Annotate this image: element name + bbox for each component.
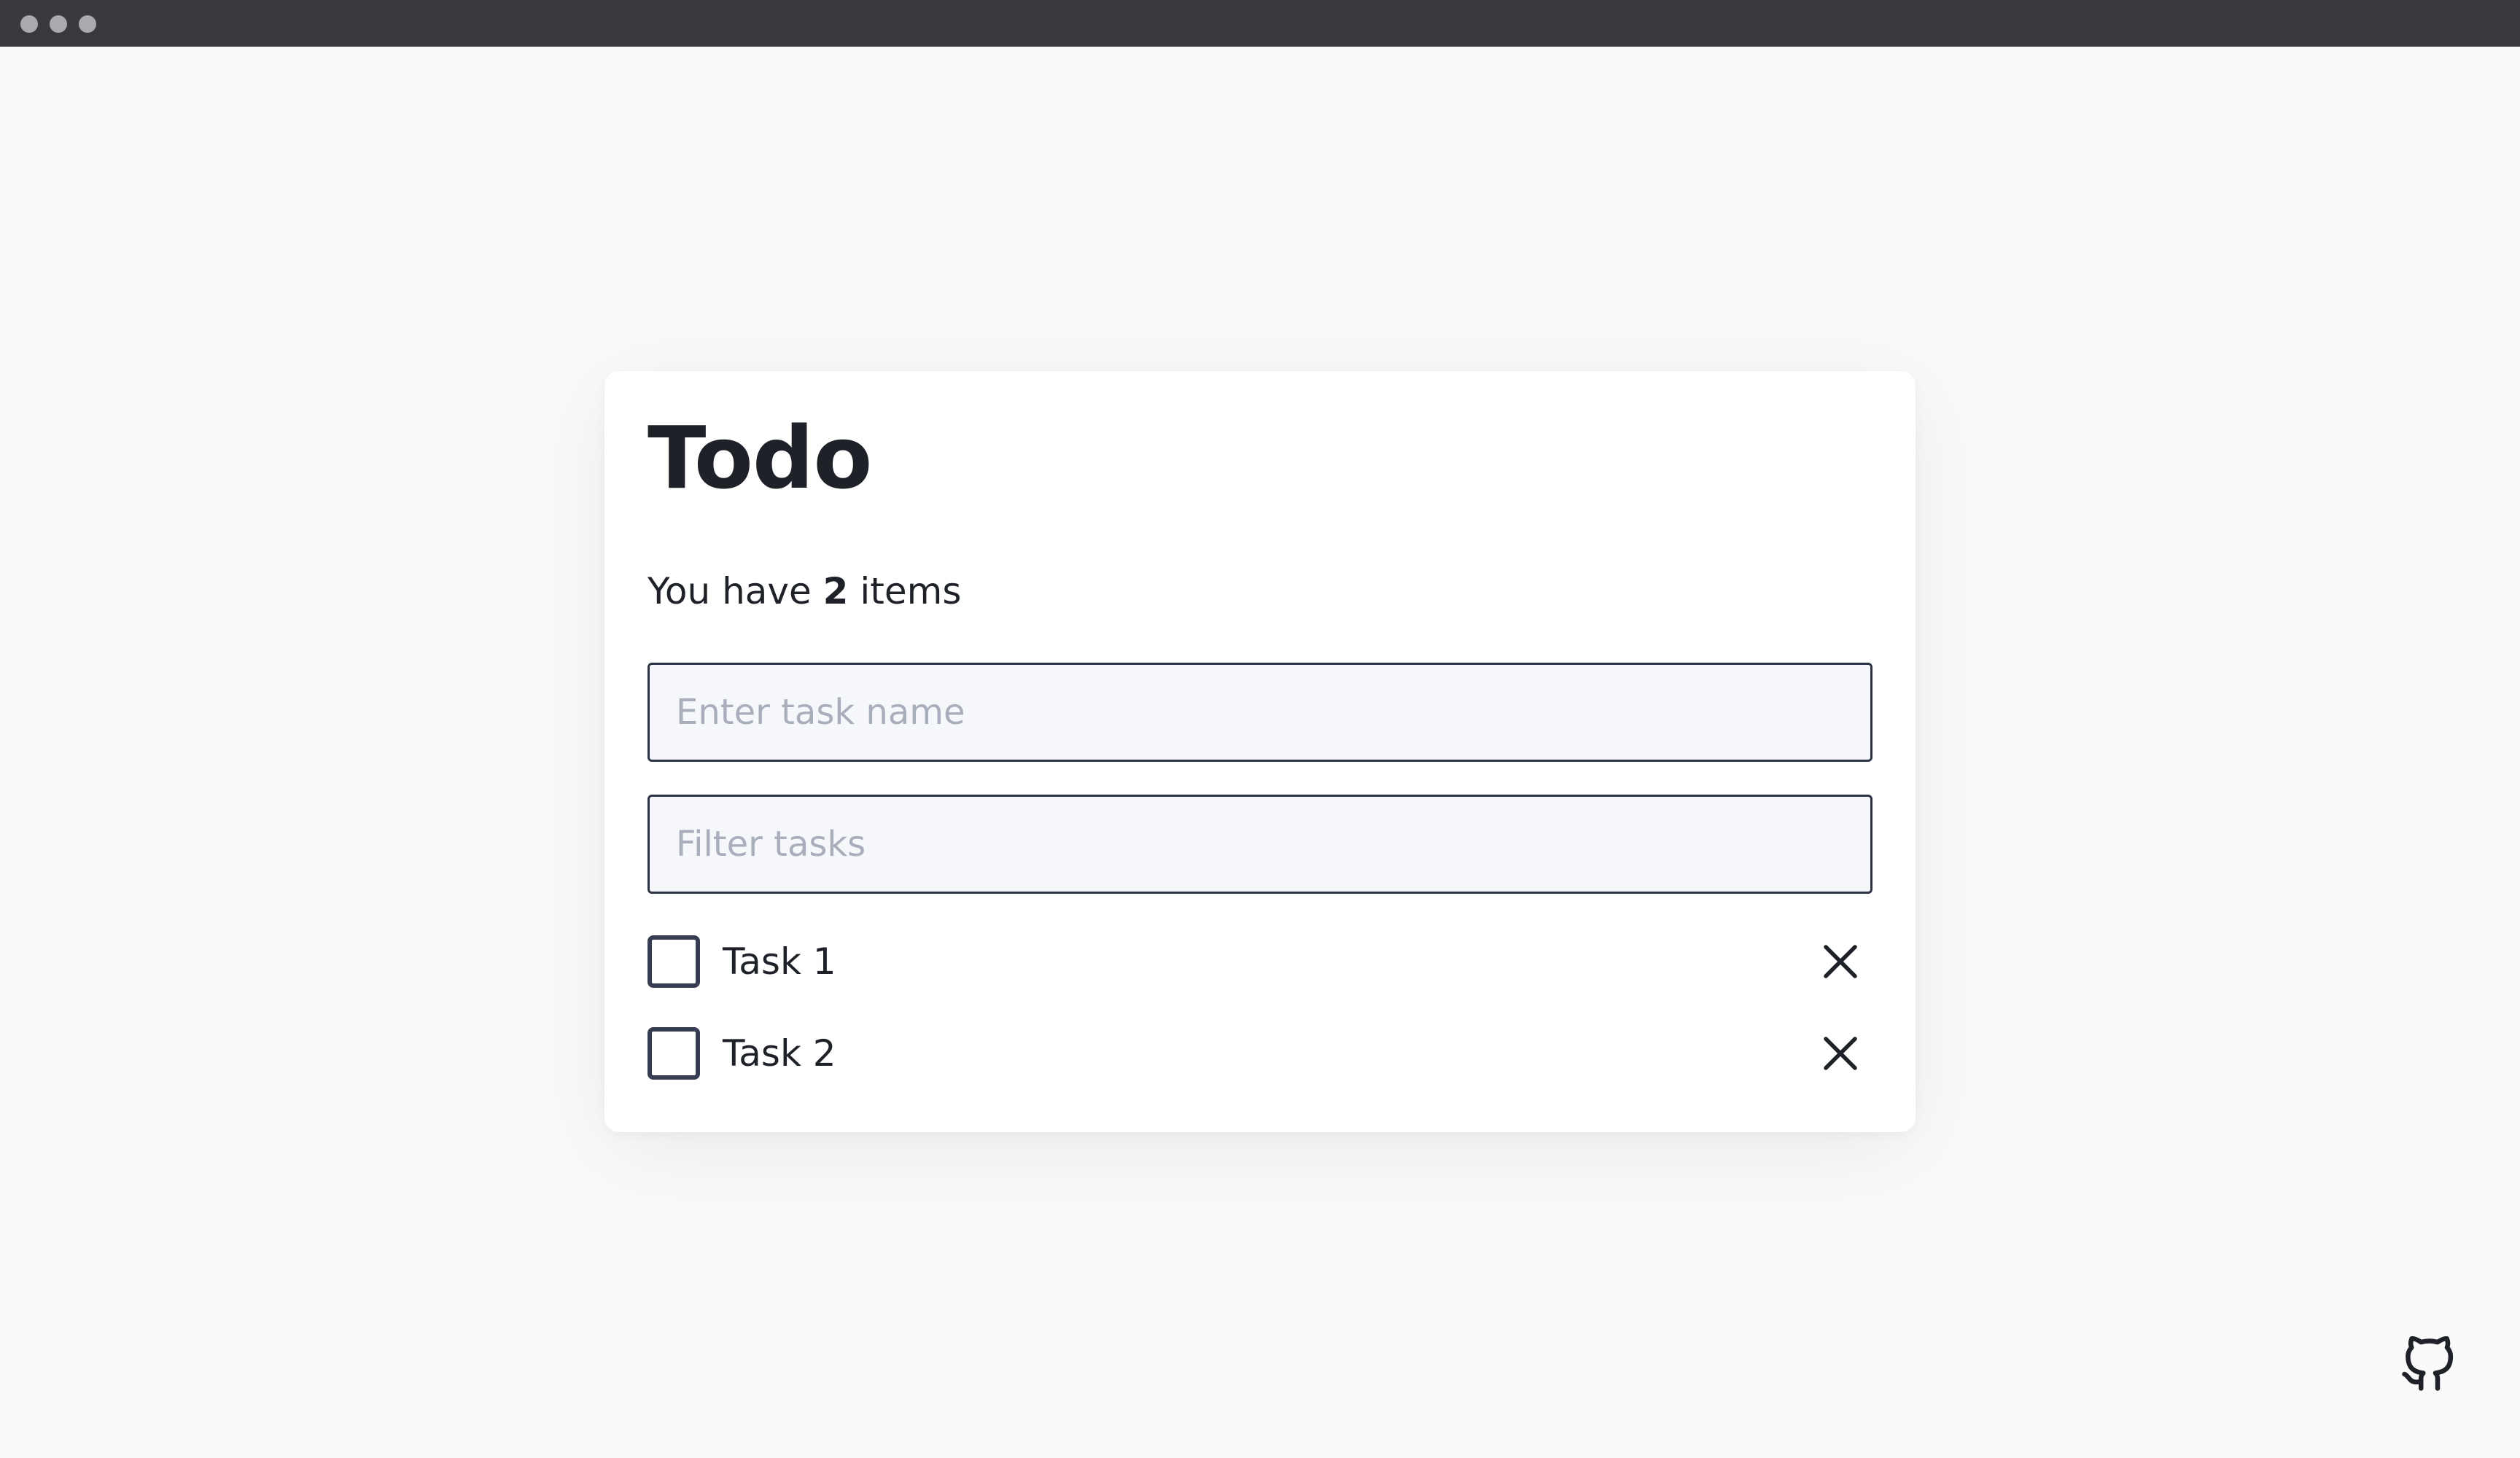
close-icon <box>1824 1037 1857 1070</box>
delete-task-button[interactable] <box>1814 935 1867 988</box>
new-task-input[interactable] <box>648 663 1872 762</box>
github-icon <box>2402 1336 2454 1391</box>
task-item: Task 1 <box>648 927 1872 997</box>
task-checkbox[interactable] <box>648 935 700 988</box>
task-label: Task 2 <box>723 1032 836 1075</box>
item-count-value: 2 <box>822 570 849 612</box>
window-maximize-button[interactable] <box>79 15 96 33</box>
item-count-prefix: You have <box>648 570 812 612</box>
window-close-button[interactable] <box>20 15 38 33</box>
page-title: Todo <box>648 408 872 508</box>
window-minimize-button[interactable] <box>50 15 67 33</box>
task-item: Task 2 <box>648 1018 1872 1088</box>
todo-card: Todo You have 2 items Task 1 Task 2 <box>604 371 1916 1132</box>
delete-task-button[interactable] <box>1814 1027 1867 1080</box>
window-titlebar <box>0 0 2520 47</box>
task-checkbox[interactable] <box>648 1027 700 1080</box>
filter-tasks-input[interactable] <box>648 795 1872 894</box>
close-icon <box>1824 945 1857 978</box>
item-count-text: You have 2 items <box>648 562 961 620</box>
item-count-suffix: items <box>860 570 962 612</box>
task-label: Task 1 <box>723 940 836 983</box>
github-link[interactable] <box>2400 1336 2457 1393</box>
